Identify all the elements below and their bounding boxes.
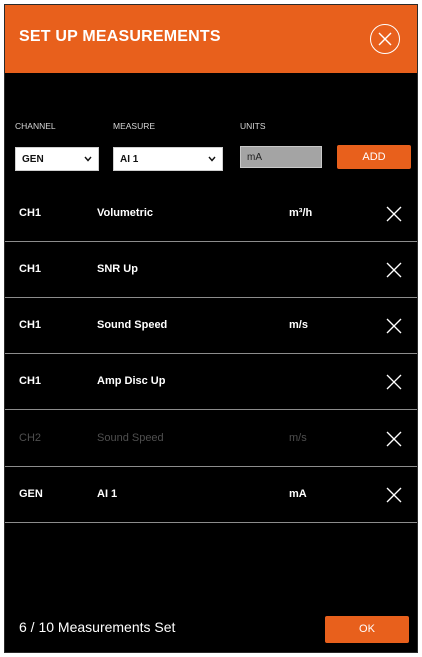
row-units: mA [289, 488, 307, 500]
units-label: UNITS [240, 121, 266, 131]
channel-label: CHANNEL [15, 121, 56, 131]
row-measure: Sound Speed [97, 319, 168, 331]
measurement-row-disabled: CH2 Sound Speed m/s [5, 411, 417, 467]
row-measure: Sound Speed [97, 432, 164, 444]
chevron-down-icon [84, 156, 92, 162]
delete-icon[interactable] [386, 262, 402, 278]
row-channel: CH1 [19, 319, 42, 331]
measure-select[interactable]: AI 1 [113, 147, 223, 171]
delete-icon[interactable] [386, 318, 402, 334]
measurement-row: CH1 Sound Speed m/s [5, 298, 417, 354]
delete-icon[interactable] [386, 431, 402, 447]
measurement-row: CH1 Amp Disc Up [5, 354, 417, 410]
row-measure: Volumetric [97, 207, 154, 219]
row-units: m/s [289, 319, 308, 331]
measurements-dialog: SET UP MEASUREMENTS CHANNEL MEASURE UNIT… [4, 4, 418, 653]
row-channel: CH1 [19, 375, 42, 387]
row-channel: GEN [19, 488, 43, 500]
dialog-title: SET UP MEASUREMENTS [19, 28, 221, 45]
row-measure: Amp Disc Up [97, 375, 166, 387]
close-icon [378, 32, 392, 46]
add-button[interactable]: ADD [337, 145, 411, 169]
measurement-row: GEN AI 1 mA [5, 467, 417, 523]
delete-icon[interactable] [386, 206, 402, 222]
units-field: mA [240, 146, 322, 168]
units-field-value: mA [247, 152, 262, 163]
row-units: m³/h [289, 207, 313, 219]
channel-select[interactable]: GEN [15, 147, 99, 171]
delete-icon[interactable] [386, 487, 402, 503]
ok-button[interactable]: OK [325, 616, 409, 643]
chevron-down-icon [208, 156, 216, 162]
row-channel: CH1 [19, 263, 42, 275]
row-units: m/s [289, 432, 307, 444]
row-measure: AI 1 [97, 488, 118, 500]
row-channel: CH1 [19, 207, 42, 219]
row-channel: CH2 [19, 432, 42, 444]
measure-select-value: AI 1 [120, 154, 139, 165]
row-measure: SNR Up [97, 263, 138, 275]
measure-label: MEASURE [113, 121, 156, 131]
measurements-count: 6 / 10 Measurements Set [19, 619, 176, 635]
channel-select-value: GEN [22, 154, 44, 165]
delete-icon[interactable] [386, 374, 402, 390]
dialog-header: SET UP MEASUREMENTS [5, 5, 417, 73]
measurement-row: CH1 Volumetric m³/h [5, 186, 417, 242]
close-button[interactable] [370, 24, 400, 54]
measurement-row: CH1 SNR Up [5, 242, 417, 298]
